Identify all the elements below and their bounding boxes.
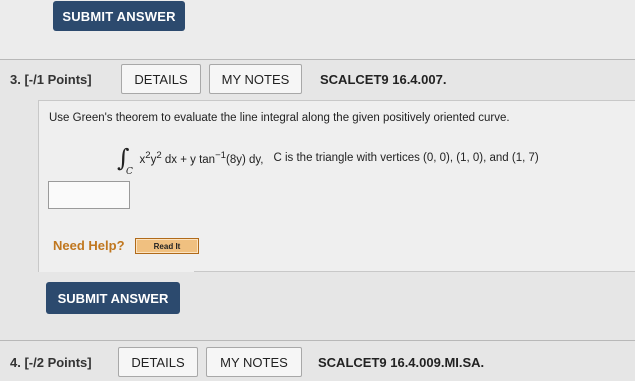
divider bbox=[0, 340, 635, 341]
submit-answer-button[interactable]: SUBMIT ANSWER bbox=[46, 282, 180, 314]
question-4-points: 4. [-/2 Points] bbox=[10, 355, 92, 370]
question-3-body: Use Green's theorem to evaluate the line… bbox=[38, 100, 635, 272]
need-help-label: Need Help? bbox=[53, 238, 125, 253]
read-it-button[interactable]: Read It bbox=[135, 238, 199, 254]
answer-input[interactable] bbox=[48, 181, 130, 209]
divider bbox=[0, 59, 635, 60]
divider bbox=[194, 271, 635, 272]
assignment-page: SUBMIT ANSWER 3. [-/1 Points] DETAILS MY… bbox=[0, 0, 635, 381]
integral-sign: ∫ C bbox=[117, 144, 133, 177]
question-4-header: 4. [-/2 Points] DETAILS MY NOTES SCALCET… bbox=[0, 344, 635, 381]
previous-question-footer: SUBMIT ANSWER bbox=[0, 0, 635, 60]
submit-answer-button-previous[interactable]: SUBMIT ANSWER bbox=[53, 1, 185, 31]
question-3-points: 3. [-/1 Points] bbox=[10, 72, 92, 87]
q3-my-notes-button[interactable]: MY NOTES bbox=[209, 64, 302, 94]
question-3-header: 3. [-/1 Points] DETAILS MY NOTES SCALCET… bbox=[0, 61, 635, 99]
q3-problem-code: SCALCET9 16.4.007. bbox=[320, 72, 447, 87]
question-prompt: Use Green's theorem to evaluate the line… bbox=[49, 112, 510, 124]
line-integral-formula: ∫ C x2y2 dx + y tan−1(8y) dy, C is the tr… bbox=[117, 143, 539, 177]
integrand-expression: x2y2 dx + y tan−1(8y) dy, bbox=[139, 150, 264, 166]
q4-my-notes-button[interactable]: MY NOTES bbox=[206, 347, 302, 377]
curve-condition: C is the triangle with vertices (0, 0), … bbox=[273, 152, 539, 164]
q4-details-button[interactable]: DETAILS bbox=[118, 347, 198, 377]
q3-details-button[interactable]: DETAILS bbox=[121, 64, 201, 94]
q4-problem-code: SCALCET9 16.4.009.MI.SA. bbox=[318, 355, 485, 370]
